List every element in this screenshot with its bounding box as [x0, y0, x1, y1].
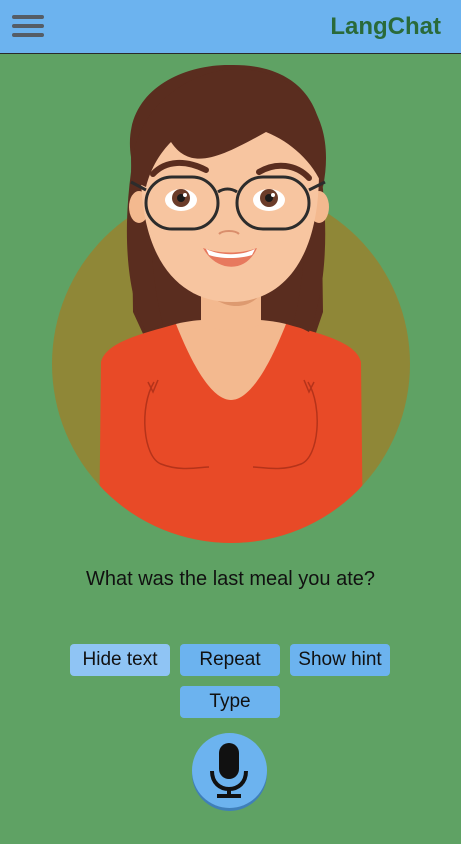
app-header: LangChat	[0, 0, 461, 54]
repeat-button[interactable]: Repeat	[180, 644, 280, 676]
question-text: What was the last meal you ate?	[85, 568, 376, 590]
tutor-avatar	[51, 62, 411, 546]
microphone-icon	[210, 743, 248, 798]
microphone-button[interactable]	[192, 733, 267, 808]
show-hint-button[interactable]: Show hint	[290, 644, 390, 676]
app-title: LangChat	[330, 13, 441, 40]
hamburger-menu-icon[interactable]	[12, 15, 44, 39]
type-button[interactable]: Type	[180, 686, 280, 718]
hide-text-button[interactable]: Hide text	[70, 644, 170, 676]
